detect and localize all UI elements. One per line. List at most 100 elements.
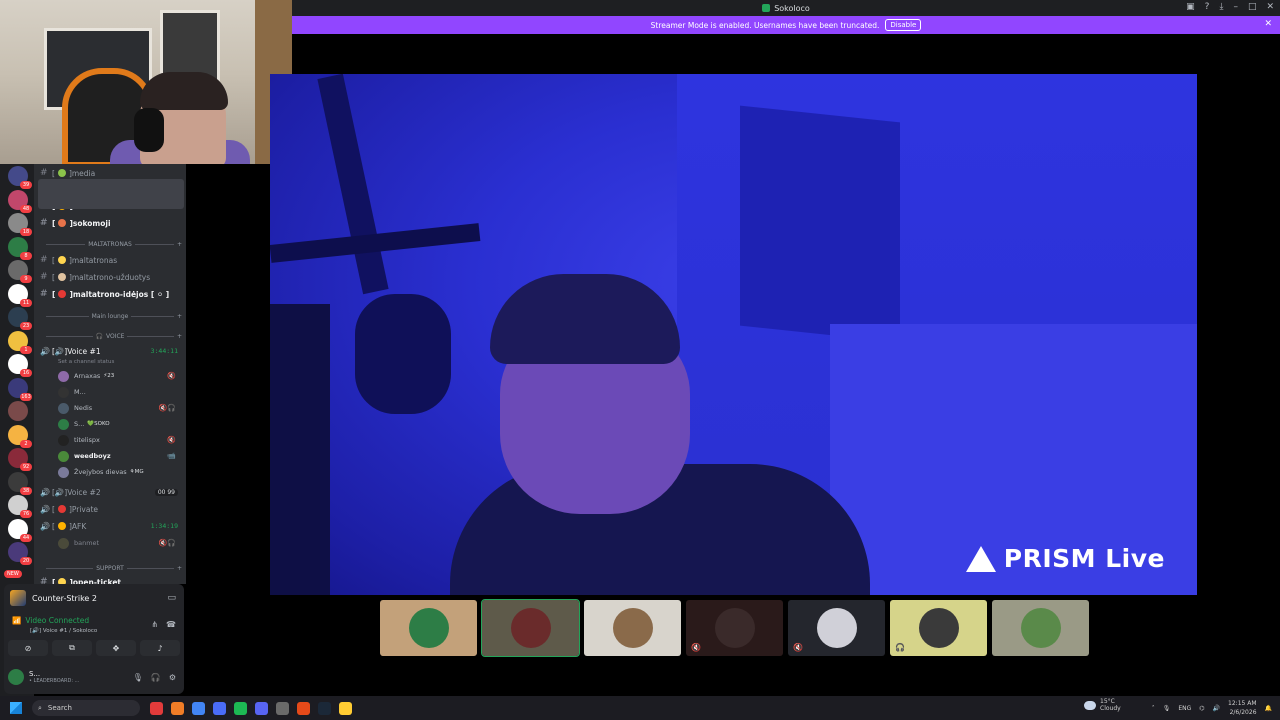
server-icon[interactable]: 38	[8, 471, 32, 495]
channel-maltatronas[interactable]: #[] maltatronas	[40, 253, 182, 267]
activities-button[interactable]: ✥	[96, 640, 136, 656]
user-controls: 🎙 🎧 ⚙	[133, 673, 176, 682]
channel-maltatrono-uzduotys[interactable]: #[] maltatrono-užduotys	[40, 270, 182, 284]
server-icon[interactable]: 92	[8, 448, 32, 471]
server-icon[interactable]: 2	[8, 424, 32, 448]
add-channel-icon[interactable]: +	[177, 333, 182, 340]
settings-gear-icon[interactable]: ⚙	[169, 673, 176, 682]
voice-user[interactable]: Žvejybos dievas ⚘MG	[58, 464, 182, 480]
voice-user[interactable]: weedboyz 📹	[58, 448, 182, 464]
category-maltatronas[interactable]: MALTATRONAS +	[46, 241, 182, 248]
game-name: Counter-Strike 2	[32, 593, 97, 603]
server-icon[interactable]: 48	[8, 189, 32, 213]
avatar	[58, 386, 69, 398]
activity-monitor-icon[interactable]: ▭	[167, 593, 176, 603]
language-indicator[interactable]: ENG	[1178, 705, 1191, 712]
participant-tile[interactable]	[992, 600, 1089, 656]
server-icon[interactable]	[8, 401, 28, 421]
taskbar-app-icon[interactable]	[297, 701, 310, 715]
minimize-icon[interactable]: –	[1233, 2, 1238, 12]
taskbar-app-icon[interactable]	[192, 701, 205, 715]
inbox-icon[interactable]: ▣	[1186, 2, 1195, 12]
muted-icon: 🔇	[691, 643, 701, 652]
channel-media[interactable]: #[] media	[40, 166, 182, 180]
participant-tile[interactable]	[584, 600, 681, 656]
voice-connected-status[interactable]: 📶 Video Connected	[12, 616, 89, 625]
current-user[interactable]: S... • LEADERBOARD: ... 🎙 🎧 ⚙	[8, 666, 180, 688]
notifications-icon[interactable]: 🔔	[1265, 705, 1272, 712]
microphone-tray-icon[interactable]: 🎙	[1163, 705, 1171, 712]
participant-tile[interactable]	[380, 600, 477, 656]
voice-user[interactable]: Arnaxas ⚡23 🔇	[58, 368, 182, 384]
participant-tiles: 🔇 🔇 🎧	[380, 599, 1089, 657]
channel-emoji-icon	[57, 273, 66, 281]
windows-start-icon[interactable]	[10, 702, 22, 714]
voice-user[interactable]: S... 💚SOKO	[58, 416, 182, 432]
disconnect-icon[interactable]: ☎	[166, 620, 176, 629]
channel-maltatrono-idejos[interactable]: #[] maltatrono-idėjos [ ⚪ ]	[40, 287, 182, 301]
taskbar-app-icon[interactable]	[234, 701, 247, 715]
category-main-lounge[interactable]: Main lounge +	[46, 313, 182, 320]
participant-tile[interactable]: 🔇	[788, 600, 885, 656]
mention-badge: 48	[20, 204, 32, 213]
window-title: Sokoloco	[774, 3, 810, 13]
voice-user[interactable]: titelispx 🔇	[58, 432, 182, 448]
server-icon[interactable]: 76	[8, 495, 32, 518]
participant-tile[interactable]	[481, 599, 580, 657]
taskbar-app-icon[interactable]	[318, 701, 331, 715]
microphone-icon[interactable]: 🎙	[133, 673, 143, 682]
add-channel-icon[interactable]: +	[177, 241, 182, 248]
channel-sokomoji[interactable]: #[] sokomoji	[40, 216, 182, 230]
mention-badge: 38	[20, 486, 32, 495]
avatar	[408, 608, 449, 648]
noise-suppression-icon[interactable]: ⋔	[151, 620, 158, 629]
voice-user[interactable]: Nedis 🔇🎧	[58, 400, 182, 416]
weather-widget[interactable]: 15°C Cloudy	[1084, 698, 1121, 712]
screen-share-button[interactable]: ⧉	[52, 640, 92, 656]
network-icon[interactable]: ⌬	[1199, 705, 1204, 712]
server-icon[interactable]: 20	[8, 542, 32, 565]
video-stage[interactable]: PRISM Live	[270, 74, 1197, 595]
volume-icon[interactable]: 🔊	[1213, 705, 1220, 712]
server-icon[interactable]: 44	[8, 518, 32, 542]
disable-streamer-button[interactable]: Disable	[885, 19, 922, 31]
add-channel-icon[interactable]: +	[177, 313, 182, 320]
headphones-icon[interactable]: 🎧	[151, 673, 161, 682]
taskbar-app-icon[interactable]	[255, 701, 268, 715]
clock[interactable]: 12:15 AM 2/6/2026	[1228, 699, 1256, 717]
taskbar-app-icon[interactable]	[213, 701, 226, 715]
server-icon[interactable]: 9	[8, 260, 32, 283]
taskbar-app-icon[interactable]	[150, 701, 163, 715]
camera-off-button[interactable]: ⊘	[8, 640, 48, 656]
voice-user[interactable]: M...	[58, 384, 182, 400]
download-icon[interactable]: ⤓	[1219, 2, 1223, 12]
taskbar: ⌕ Search 15°C Cloudy ˄ 🎙 ENG ⌬ 🔊 12:15 AM…	[0, 696, 1280, 720]
taskbar-app-icon[interactable]	[276, 701, 289, 715]
server-icon[interactable]: 8	[8, 236, 32, 260]
server-icon[interactable]: 39	[8, 166, 32, 189]
activity-game[interactable]: Counter-Strike 2	[10, 590, 97, 606]
taskbar-app-icon[interactable]	[339, 701, 352, 715]
chevron-up-icon[interactable]: ˄	[1152, 705, 1155, 712]
stage-monitor	[740, 105, 900, 343]
help-icon[interactable]: ?	[1205, 2, 1210, 12]
participant-tile[interactable]: 🔇	[686, 600, 783, 656]
stage-person-hair	[490, 274, 680, 364]
server-icon[interactable]: 23	[8, 307, 32, 330]
server-icon[interactable]: 18	[8, 213, 32, 236]
taskbar-app-icon[interactable]	[171, 701, 184, 715]
soundboard-button[interactable]: ♪	[140, 640, 180, 656]
server-icon[interactable]: 16	[8, 354, 32, 377]
close-icon[interactable]: ✕	[1266, 2, 1274, 12]
new-badge: NEW	[4, 570, 22, 578]
server-icon[interactable]: 1	[8, 330, 32, 354]
taskbar-search[interactable]: ⌕ Search	[32, 700, 140, 716]
voice-connected-channel[interactable]: [🔊] Voice #1 / Sokoloco	[30, 628, 97, 634]
server-icon[interactable]: 11	[8, 283, 32, 307]
banner-close-icon[interactable]: ✕	[1264, 19, 1272, 29]
muted-icon: 🔇	[793, 643, 803, 652]
maximize-icon[interactable]: □	[1248, 2, 1257, 12]
participant-tile[interactable]: 🎧	[890, 600, 987, 656]
server-icon[interactable]: 163	[8, 377, 32, 401]
category-voice[interactable]: 🎧 VOICE +	[46, 333, 182, 340]
